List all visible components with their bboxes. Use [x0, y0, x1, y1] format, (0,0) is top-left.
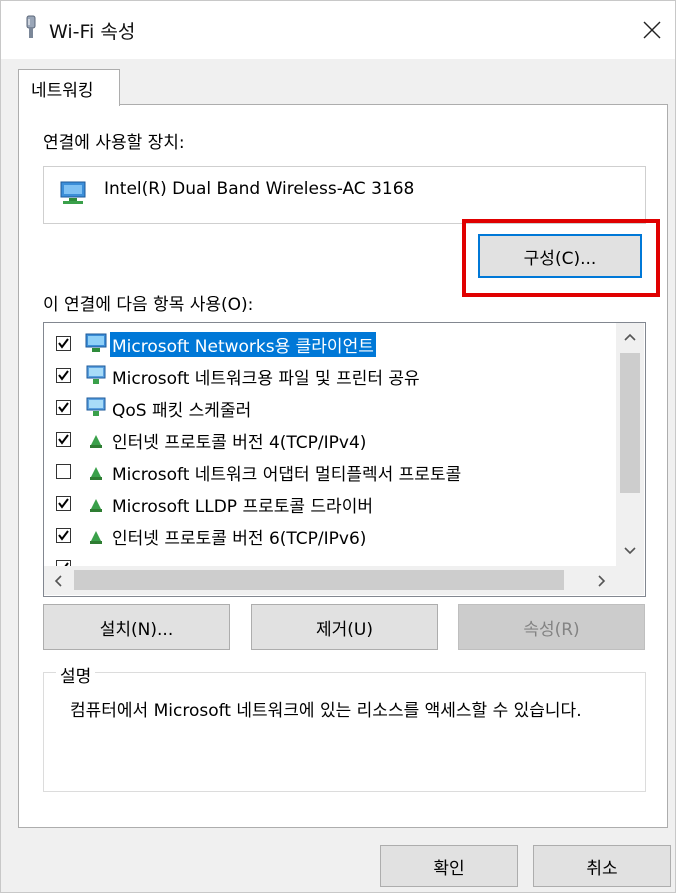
protocol-icon [90, 467, 102, 480]
install-button[interactable]: 설치(N)... [43, 604, 230, 650]
network-adapter-icon [60, 181, 86, 204]
components-list[interactable]: Microsoft Networks용 클라이언트 Microsoft 네트워크… [43, 322, 646, 597]
wifi-adapter-icon [26, 15, 36, 38]
ok-button[interactable]: 확인 [380, 845, 518, 887]
scroll-corner [616, 566, 644, 595]
item-label: Microsoft 네트워크 어댑터 멀티플렉서 프로토콜 [112, 465, 462, 485]
checkbox[interactable] [56, 336, 71, 351]
description-group [43, 672, 646, 792]
checkbox[interactable] [56, 432, 71, 447]
tab-label: 네트워킹 [31, 81, 94, 101]
cancel-button[interactable]: 취소 [533, 845, 671, 887]
chevron-down-icon [624, 547, 636, 555]
configure-button[interactable]: 구성(C)... [478, 234, 642, 278]
window-title: Wi-Fi 속성 [49, 21, 136, 43]
items-label: 이 연결에 다음 항목 사용(O): [43, 295, 254, 315]
title-bar: Wi-Fi 속성 [1, 1, 675, 59]
device-name: Intel(R) Dual Band Wireless-AC 3168 [104, 179, 415, 199]
scroll-up-button[interactable] [616, 323, 644, 351]
list-item[interactable]: Microsoft Networks용 클라이언트 [44, 328, 616, 358]
description-title: 설명 [56, 662, 96, 687]
network-client-icon [85, 333, 107, 352]
close-button[interactable] [629, 1, 675, 59]
list-item[interactable]: 인터넷 프로토콜 버전 4(TCP/IPv4) [44, 424, 616, 454]
checkbox[interactable] [56, 464, 71, 479]
properties-button[interactable]: 속성(R) [458, 604, 645, 650]
protocol-icon [90, 531, 102, 544]
protocol-icon [90, 499, 102, 512]
item-label: Microsoft LLDP 프로토콜 드라이버 [112, 497, 373, 517]
chevron-up-icon [624, 333, 636, 341]
scroll-down-button[interactable] [616, 537, 644, 565]
list-item[interactable]: QoS 패킷 스케줄러 [44, 392, 616, 422]
item-label: QoS 패킷 스케줄러 [112, 401, 252, 421]
list-item-partial[interactable] [44, 552, 616, 566]
item-label: 인터넷 프로토콜 버전 6(TCP/IPv6) [112, 529, 367, 549]
vertical-scrollbar[interactable] [616, 323, 644, 566]
network-service-icon [86, 365, 106, 384]
horizontal-scrollbar[interactable] [44, 566, 616, 595]
item-label: Microsoft Networks용 클라이언트 [110, 332, 376, 357]
item-label: Microsoft 네트워크용 파일 및 프린터 공유 [112, 369, 420, 389]
checkbox[interactable] [56, 496, 71, 511]
checkbox[interactable] [56, 400, 71, 415]
network-service-icon [86, 397, 106, 416]
scroll-left-button[interactable] [44, 566, 72, 595]
chevron-left-icon [54, 574, 62, 587]
scroll-right-button[interactable] [588, 566, 616, 595]
device-label: 연결에 사용할 장치: [43, 133, 185, 153]
checkbox[interactable] [56, 528, 71, 543]
description-text: 컴퓨터에서 Microsoft 네트워크에 있는 리소스를 액세스할 수 있습니… [70, 701, 582, 721]
tab-networking[interactable]: 네트워킹 [18, 69, 120, 106]
list-item[interactable]: Microsoft 네트워크 어댑터 멀티플렉서 프로토콜 [44, 456, 616, 486]
list-item[interactable]: Microsoft LLDP 프로토콜 드라이버 [44, 488, 616, 518]
close-icon [643, 21, 661, 39]
uninstall-button[interactable]: 제거(U) [251, 604, 438, 650]
list-item[interactable]: 인터넷 프로토콜 버전 6(TCP/IPv6) [44, 520, 616, 550]
chevron-right-icon [598, 574, 606, 587]
scroll-thumb[interactable] [620, 353, 640, 493]
hscroll-thumb[interactable] [74, 570, 564, 590]
device-field: Intel(R) Dual Band Wireless-AC 3168 [43, 166, 646, 224]
item-label: 인터넷 프로토콜 버전 4(TCP/IPv4) [112, 433, 367, 453]
protocol-icon [90, 435, 102, 448]
list-item[interactable]: Microsoft 네트워크용 파일 및 프린터 공유 [44, 360, 616, 390]
checkbox[interactable] [56, 368, 71, 383]
